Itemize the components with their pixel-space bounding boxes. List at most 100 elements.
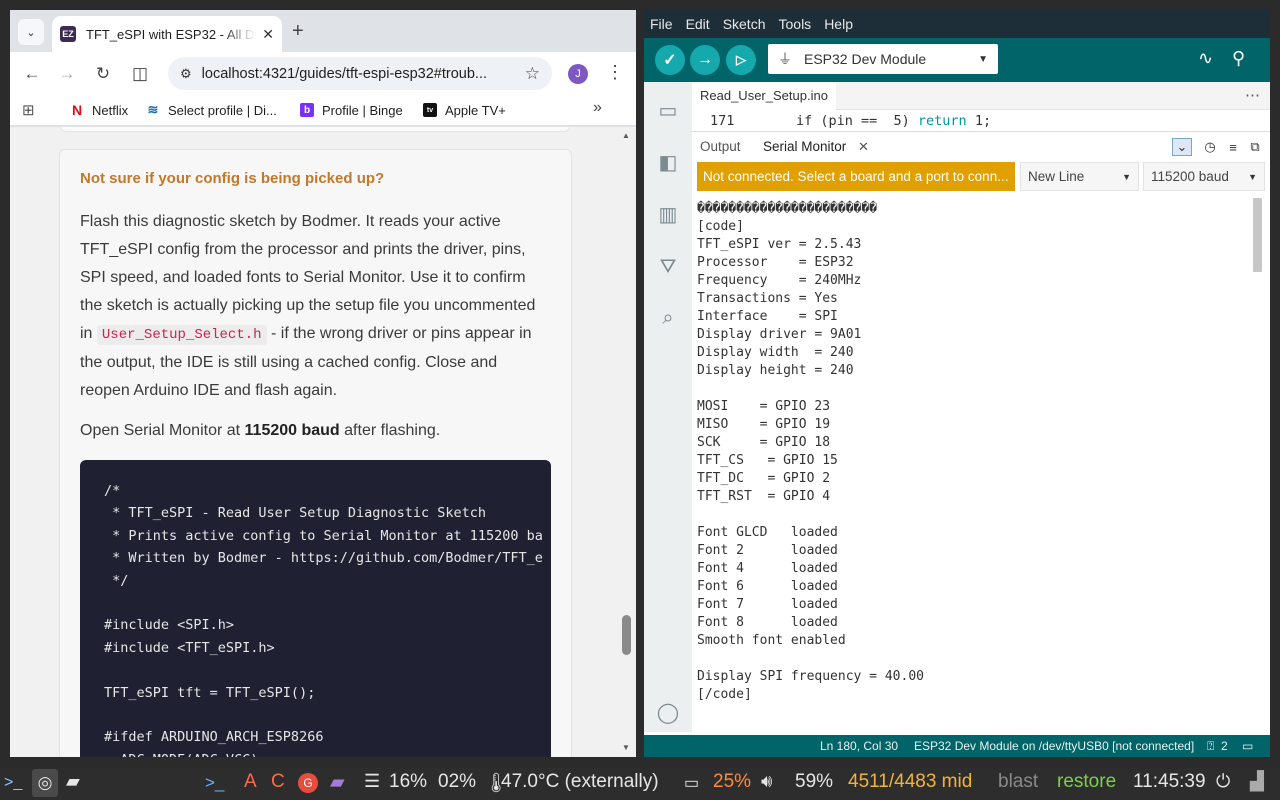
scroll-down-icon[interactable]: ▼: [622, 743, 630, 752]
board-port-status[interactable]: ESP32 Dev Module on /dev/ttyUSB0 [not co…: [914, 739, 1194, 753]
bookmark-binge[interactable]: b Profile | Binge: [300, 100, 403, 120]
serial-output[interactable]: ����������������������� [code] TFT_eSPI …: [692, 196, 1270, 736]
signal-bars-icon: ▟: [1250, 771, 1264, 791]
upload-arrow-icon[interactable]: →: [690, 45, 720, 75]
back-arrow-icon[interactable]: ←: [20, 62, 44, 86]
serial-scroll-thumb[interactable]: [1253, 198, 1262, 272]
launcher-a-icon[interactable]: A: [244, 771, 257, 793]
scroll-thumb[interactable]: [622, 615, 631, 655]
power-icon[interactable]: ⏻: [1216, 771, 1230, 792]
search-icon[interactable]: ⌕: [654, 304, 682, 332]
notification-count: 2: [1221, 739, 1228, 753]
site-favicon-icon: EZ: [60, 26, 76, 42]
bookmark-appletv[interactable]: tv Apple TV+: [423, 100, 506, 120]
copy-output-icon[interactable]: ⧉: [1245, 138, 1265, 156]
sketchbook-folder-icon[interactable]: ▭: [654, 96, 682, 124]
para-text: Flash this diagnostic sketch by Bodmer. …: [80, 213, 536, 342]
reload-icon[interactable]: ↻: [91, 62, 115, 86]
code-line[interactable]: if (pin == 5) return 1;: [796, 113, 991, 129]
binge-icon: b: [300, 103, 314, 117]
serial-output-text[interactable]: ����������������������� [code] TFT_eSPI …: [697, 200, 924, 704]
menu-file[interactable]: File: [650, 16, 673, 32]
clear-output-icon[interactable]: ≡: [1223, 138, 1243, 156]
troubleshoot-card: Not sure if your config is being picked …: [59, 149, 572, 757]
profile-avatar[interactable]: J: [568, 64, 588, 84]
clock: 11:45:39: [1133, 771, 1206, 792]
tab-output[interactable]: Output: [700, 139, 741, 154]
google-icon[interactable]: G: [298, 773, 318, 793]
chevron-down-icon: ▼: [1122, 171, 1131, 182]
url-text[interactable]: localhost:4321/guides/tft-espi-esp32#tro…: [202, 66, 519, 82]
baud-rate-select[interactable]: 115200 baud ▼: [1143, 162, 1265, 191]
bookmarks-bar: ⊞ N Netflix ≋ Select profile | Di... b P…: [10, 94, 636, 126]
battery-level: 25%: [713, 771, 752, 792]
tab-search-button[interactable]: ⌄: [18, 19, 44, 45]
code-editor[interactable]: 171 if (pin == 5) return 1;: [692, 110, 1270, 132]
menu-kebab-icon[interactable]: ⋮: [606, 62, 624, 83]
menu-sketch[interactable]: Sketch: [723, 16, 766, 32]
close-tab-icon[interactable]: ✕: [262, 26, 274, 43]
close-panel-tab-icon[interactable]: ✕: [858, 139, 869, 155]
volume-icon[interactable]: 🔊︎: [761, 771, 772, 792]
debug-icon[interactable]: ▷: [726, 45, 756, 75]
bookmark-star-icon[interactable]: ☆: [525, 64, 540, 84]
baud-emphasis: 115200 baud: [244, 422, 340, 439]
code-block[interactable]: /* * TFT_eSPI - Read User Setup Diagnost…: [80, 460, 551, 757]
debug-sidebar-icon[interactable]: ⛛: [654, 253, 682, 281]
bookmark-netflix[interactable]: N Netflix: [70, 100, 128, 120]
terminal-icon[interactable]: >_: [205, 773, 224, 793]
more-bookmarks-icon[interactable]: »: [593, 99, 602, 117]
apps-grid-icon[interactable]: ⊞: [22, 101, 35, 119]
browser-toolbar: ← → ↻ ◫ ⚙ localhost:4321/guides/tft-espi…: [10, 52, 636, 94]
firefox-icon[interactable]: ◎: [32, 769, 58, 797]
forward-arrow-icon[interactable]: →: [55, 62, 79, 86]
bookmark-label: Profile | Binge: [322, 102, 403, 118]
board-selector[interactable]: ⏚ ESP32 Dev Module ▼: [768, 44, 998, 74]
restore-label[interactable]: restore: [1057, 771, 1116, 793]
blast-label[interactable]: blast: [998, 771, 1038, 793]
autoscroll-icon[interactable]: ⌄: [1172, 138, 1192, 156]
new-tab-plus-icon[interactable]: +: [292, 20, 304, 42]
serial-plotter-icon[interactable]: ∿: [1198, 48, 1213, 69]
terminal-prompt-icon[interactable]: >_: [4, 774, 22, 792]
browser-tab[interactable]: EZ TFT_eSPI with ESP32 - All Dis ✕: [52, 16, 282, 52]
bookmark-disney[interactable]: ≋ Select profile | Di...: [146, 100, 277, 120]
file-tab[interactable]: Read_User_Setup.ino: [692, 82, 836, 110]
address-bar[interactable]: ⚙ localhost:4321/guides/tft-espi-esp32#t…: [168, 57, 552, 90]
menu-help[interactable]: Help: [824, 16, 853, 32]
folder-icon[interactable]: ▰: [330, 771, 345, 794]
previous-section-box: [60, 127, 570, 132]
site-info-icon[interactable]: ⚙: [180, 66, 192, 82]
browser-window: ⌄ EZ TFT_eSPI with ESP32 - All Dis ✕ + ←…: [10, 10, 636, 757]
notifications-bell-icon[interactable]: ⍰: [1207, 739, 1214, 754]
page-scrollbar[interactable]: ▲ ▼: [618, 127, 636, 757]
split-view-icon[interactable]: ◫: [128, 62, 152, 86]
tab-serial-monitor[interactable]: Serial Monitor: [763, 139, 846, 154]
line-ending-select[interactable]: New Line ▼: [1020, 162, 1139, 191]
scroll-up-icon[interactable]: ▲: [622, 131, 630, 140]
menu-tools[interactable]: Tools: [779, 16, 812, 32]
toggle-panel-icon[interactable]: ▭: [1242, 739, 1253, 753]
baud-instruction: Open Serial Monitor at 115200 baud after…: [80, 422, 440, 440]
library-manager-icon[interactable]: ▥: [654, 200, 682, 228]
code-text[interactable]: /* * TFT_eSPI - Read User Setup Diagnost…: [104, 480, 543, 757]
more-tabs-icon[interactable]: ⋯: [1245, 86, 1260, 104]
bookmark-label: Netflix: [92, 102, 129, 118]
volume-level[interactable]: 59%: [795, 771, 833, 793]
file-manager-icon[interactable]: ▰: [66, 771, 80, 792]
menu-edit[interactable]: Edit: [686, 16, 710, 32]
code-token: 1;: [966, 113, 992, 129]
bookmark-label: Apple TV+: [445, 102, 506, 118]
timestamp-clock-icon[interactable]: ◷: [1200, 138, 1220, 156]
line-ending-value: New Line: [1028, 169, 1085, 184]
verify-check-icon[interactable]: ✓: [655, 45, 685, 75]
memory-usage: 4511/4483 mid: [848, 771, 973, 792]
cursor-position[interactable]: Ln 180, Col 30: [820, 739, 898, 753]
tab-title: TFT_eSPI with ESP32 - All Dis: [86, 26, 257, 42]
boards-manager-icon[interactable]: ◧: [654, 148, 682, 176]
serial-monitor-icon[interactable]: ⚲: [1232, 48, 1245, 69]
launcher-c-icon[interactable]: C: [271, 771, 285, 793]
netflix-icon: N: [71, 102, 83, 118]
account-icon[interactable]: ◯: [654, 698, 682, 726]
taskbar: >_ ◎ ▰ >_ A C G ▰ ☰ 16% 02% 🌡︎ 47.0°C (e…: [0, 768, 1280, 800]
